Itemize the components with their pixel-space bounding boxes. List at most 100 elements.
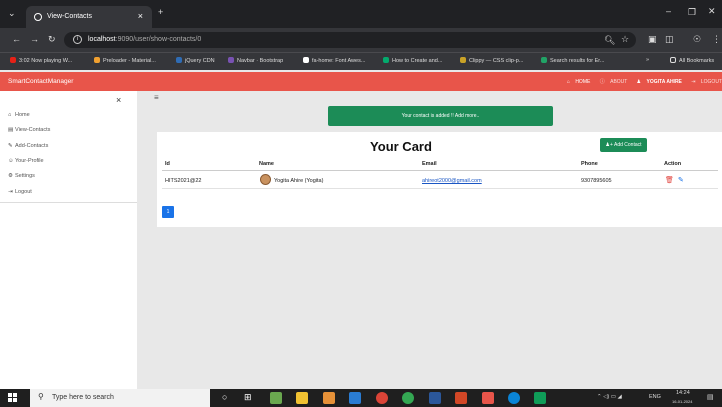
- add-contact-button[interactable]: ♟+ Add Contact: [600, 138, 647, 152]
- card-title: Your Card: [370, 139, 432, 154]
- tab-close-icon[interactable]: ×: [138, 11, 143, 21]
- column-header-phone: Phone: [581, 161, 598, 167]
- app-icon[interactable]: [323, 392, 335, 404]
- edge-icon[interactable]: [508, 392, 520, 404]
- sidebar-item-home[interactable]: ⌂ Home: [8, 112, 30, 118]
- bookmark-item[interactable]: How to Create and...: [383, 57, 442, 64]
- contact-id: HITS2021@22: [165, 178, 202, 184]
- sidebar-item-add-contacts[interactable]: ✎ Add-Contacts: [8, 143, 48, 149]
- table-header-divider: [162, 170, 718, 171]
- vscode-icon[interactable]: [349, 392, 361, 404]
- sidepanel-icon[interactable]: ◫: [665, 34, 674, 45]
- tray-icons[interactable]: ⌃ ◁) ▭ ◢: [597, 394, 622, 400]
- menu-dots-icon[interactable]: ⋮: [712, 34, 721, 45]
- chrome-icon[interactable]: [376, 392, 388, 404]
- nav-links: ⌂ HOME ⓘ ABOUT ♟ YOGITA AHIRE ⇥ LOGOUT: [559, 78, 722, 85]
- bookmark-star-icon[interactable]: ☆: [621, 34, 629, 45]
- new-tab-button[interactable]: +: [158, 7, 163, 17]
- app-icon[interactable]: [482, 392, 494, 404]
- back-icon[interactable]: ←: [12, 34, 21, 44]
- notification-icon[interactable]: ▤: [707, 393, 714, 401]
- sidebar-item-logout[interactable]: ⇥ Logout: [8, 189, 32, 195]
- all-bookmarks[interactable]: All Bookmarks: [670, 57, 714, 64]
- file-explorer-icon[interactable]: [296, 392, 308, 404]
- bookmark-item[interactable]: fa-home: Font Awes...: [303, 57, 365, 64]
- close-window-icon[interactable]: ✕: [708, 6, 716, 17]
- edit-icon[interactable]: ✎: [678, 176, 684, 184]
- language-indicator[interactable]: ENG: [649, 394, 661, 400]
- column-header-action: Action: [664, 161, 682, 167]
- windows-start-icon[interactable]: [8, 393, 18, 403]
- trash-icon[interactable]: 🗑︎: [665, 176, 674, 184]
- profile-icon[interactable]: ☉: [693, 34, 701, 45]
- column-header-name: Name: [259, 161, 274, 167]
- sidebar-item-settings[interactable]: ⚙ Settings: [8, 173, 35, 179]
- url-text: localhost:9090/user/show-contacts/0: [88, 36, 202, 43]
- minimize-icon[interactable]: –: [666, 6, 671, 16]
- sign-out-icon: ⇥: [8, 189, 13, 195]
- address-bar[interactable]: i localhost:9090/user/show-contacts/0 🔍︎…: [64, 32, 636, 48]
- app-navbar: SmartContactManager ⌂ HOME ⓘ ABOUT ♟ YOG…: [0, 72, 722, 91]
- maximize-icon[interactable]: ❐: [688, 7, 696, 18]
- site-info-icon[interactable]: i: [73, 35, 82, 44]
- favicon-icon: [34, 13, 42, 21]
- user-icon: ☺: [8, 158, 14, 164]
- tab-view-contacts[interactable]: View-Contacts ×: [26, 6, 152, 28]
- reload-icon[interactable]: ↻: [48, 34, 56, 45]
- nav-user[interactable]: ♟ YOGITA AHIRE: [633, 79, 682, 85]
- contact-name[interactable]: Yogita Ahire (Yogita): [274, 178, 323, 184]
- table-row-divider: [162, 188, 718, 189]
- home-icon: ⌂: [8, 112, 12, 118]
- browser-toolbar: ← → ↻ i localhost:9090/user/show-contact…: [0, 28, 722, 52]
- sign-out-icon: ⇥: [691, 79, 696, 85]
- id-card-icon: ▤: [8, 127, 14, 133]
- user-icon: ♟: [636, 79, 642, 85]
- taskbar-search-input[interactable]: ⚲ Type here to search: [30, 389, 210, 407]
- cortana-icon[interactable]: ○: [222, 392, 234, 404]
- nav-about[interactable]: ⓘ ABOUT: [596, 79, 628, 85]
- search-icon: ⚲: [38, 392, 44, 401]
- bookmarks-bar: 3:02 Now playing W... Preloader - Materi…: [0, 52, 722, 70]
- nav-logout[interactable]: ⇥ LOGOUT: [687, 79, 722, 85]
- brand-logo[interactable]: SmartContactManager: [8, 78, 73, 85]
- sidebar-divider: [0, 202, 137, 203]
- tab-search-icon[interactable]: ⌄: [8, 8, 16, 19]
- pencil-icon: ✎: [8, 143, 13, 149]
- search-placeholder: Type here to search: [52, 394, 114, 401]
- sidebar-close-icon[interactable]: ×: [116, 95, 121, 105]
- contact-email-link[interactable]: ahireot2000@gmail.com: [422, 178, 482, 184]
- bookmark-item[interactable]: 3:02 Now playing W...: [10, 57, 72, 64]
- info-icon: ⓘ: [599, 79, 605, 85]
- app-icon[interactable]: [534, 392, 546, 404]
- contact-phone: 9307895605: [581, 178, 612, 184]
- bookmark-item[interactable]: jQuery CDN: [176, 57, 215, 64]
- powerpoint-icon[interactable]: [455, 392, 467, 404]
- app-icon[interactable]: [402, 392, 414, 404]
- bookmarks-overflow[interactable]: »: [646, 57, 649, 63]
- forward-icon[interactable]: →: [30, 34, 39, 44]
- task-view-icon[interactable]: ⊞: [244, 392, 256, 404]
- clock-date[interactable]: 16-01-2024: [672, 399, 692, 404]
- pagination-page-1[interactable]: 1: [162, 206, 174, 218]
- nav-home[interactable]: ⌂ HOME: [563, 79, 590, 85]
- app-icon[interactable]: [270, 392, 282, 404]
- column-header-id: Id: [165, 161, 170, 167]
- menu-toggle-icon[interactable]: ≡: [154, 93, 159, 102]
- success-alert: Your contact is added !! Add more..: [328, 106, 553, 126]
- bookmark-item[interactable]: Clippy — CSS clip-p...: [460, 57, 523, 64]
- column-header-email: Email: [422, 161, 437, 167]
- bookmark-item[interactable]: Navbar · Bootstrap: [228, 57, 283, 64]
- avatar: [260, 174, 271, 185]
- gear-icon: ⚙: [8, 173, 13, 179]
- bookmark-item[interactable]: Search results for Er...: [541, 57, 604, 64]
- tab-title: View-Contacts: [47, 13, 93, 20]
- extension-icon[interactable]: ▣: [648, 34, 657, 45]
- bookmark-item[interactable]: Preloader - Material...: [94, 57, 156, 64]
- sidebar-item-your-profile[interactable]: ☺Your-Profile: [8, 158, 44, 164]
- sidebar-item-view-contacts[interactable]: ▤ View-Contacts: [8, 127, 50, 133]
- zoom-icon[interactable]: 🔍︎: [604, 35, 615, 46]
- user-plus-icon: ♟+: [605, 142, 613, 148]
- word-icon[interactable]: [429, 392, 441, 404]
- clock-time[interactable]: 14:24: [676, 390, 690, 396]
- home-icon: ⌂: [566, 79, 570, 85]
